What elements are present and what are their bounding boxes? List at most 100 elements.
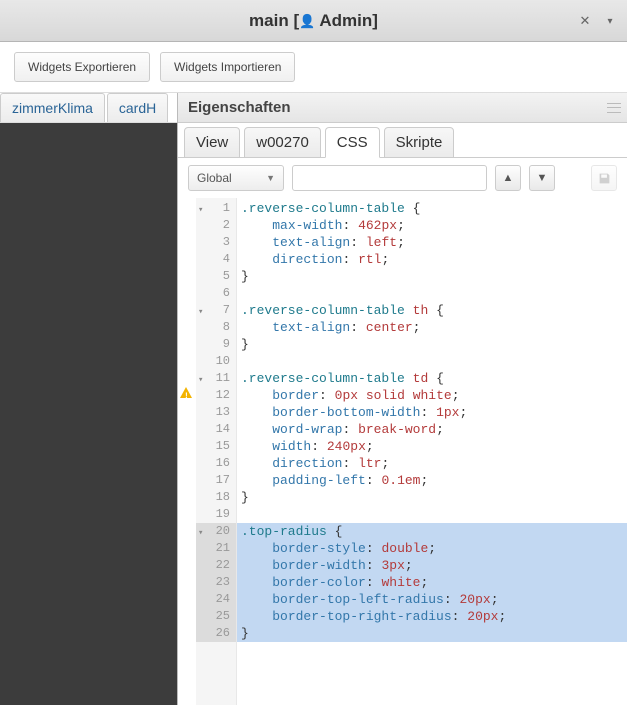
warning-cell — [178, 589, 196, 606]
dropdown-value: Global — [197, 171, 232, 185]
tab-view[interactable]: View — [184, 127, 240, 158]
line-number: 11▾ — [196, 370, 236, 387]
warning-cell — [178, 198, 196, 215]
code-line[interactable]: text-align: center; — [237, 319, 627, 336]
panel-title: Eigenschaften — [188, 99, 291, 116]
tab-css[interactable]: CSS — [325, 127, 380, 158]
chevron-down-icon: ▼ — [266, 173, 275, 183]
warning-cell — [178, 419, 196, 436]
warning-cell — [178, 623, 196, 640]
grip-icon[interactable] — [607, 101, 621, 115]
code-line[interactable]: word-wrap: break-word; — [237, 421, 627, 438]
line-number: 8 — [196, 319, 236, 336]
warning-cell — [178, 555, 196, 572]
tab-widget[interactable]: w00270 — [244, 127, 321, 158]
warning-gutter — [178, 198, 196, 705]
line-number: 6 — [196, 285, 236, 302]
save-button[interactable] — [591, 165, 617, 191]
line-number: 23 — [196, 574, 236, 591]
warning-cell — [178, 334, 196, 351]
warning-cell — [178, 402, 196, 419]
code-line[interactable]: .reverse-column-table td { — [237, 370, 627, 387]
warning-icon — [180, 387, 192, 398]
search-input[interactable] — [292, 165, 487, 191]
code-line[interactable]: max-width: 462px; — [237, 217, 627, 234]
warning-cell — [178, 436, 196, 453]
code-line[interactable]: text-align: left; — [237, 234, 627, 251]
line-number: 21 — [196, 540, 236, 557]
warning-cell — [178, 453, 196, 470]
code-line[interactable]: width: 240px; — [237, 438, 627, 455]
export-widgets-button[interactable]: Widgets Exportieren — [14, 52, 150, 82]
line-number-gutter: 1▾234567▾891011▾121314151617181920▾21222… — [196, 198, 237, 705]
scope-dropdown[interactable]: Global ▼ — [188, 165, 284, 191]
warning-cell — [178, 572, 196, 589]
main-area: zimmerKlima cardH Eigenschaften View w00… — [0, 93, 627, 705]
editor-toolbar: Global ▼ ▲ ▼ — [178, 158, 627, 198]
tab-scripts[interactable]: Skripte — [384, 127, 455, 158]
line-number: 18 — [196, 489, 236, 506]
code-line[interactable] — [237, 353, 627, 370]
title-user: Admin — [319, 11, 372, 30]
warning-cell — [178, 606, 196, 623]
code-line[interactable]: padding-left: 0.1em; — [237, 472, 627, 489]
warning-cell — [178, 538, 196, 555]
property-tabs: View w00270 CSS Skripte — [178, 123, 627, 158]
warning-cell — [178, 504, 196, 521]
code-line[interactable]: } — [237, 268, 627, 285]
code-line[interactable]: .reverse-column-table { — [237, 200, 627, 217]
code-content[interactable]: .reverse-column-table { max-width: 462px… — [237, 198, 627, 705]
warning-cell — [178, 368, 196, 385]
code-line[interactable]: direction: ltr; — [237, 455, 627, 472]
warning-cell — [178, 487, 196, 504]
view-tab-cardh[interactable]: cardH — [107, 93, 168, 122]
line-number: 16 — [196, 455, 236, 472]
close-icon[interactable]: ✕ — [575, 11, 595, 31]
line-number: 20▾ — [196, 523, 236, 540]
top-toolbar: Widgets Exportieren Widgets Importieren — [0, 42, 627, 93]
code-line[interactable]: } — [237, 336, 627, 353]
move-down-button[interactable]: ▼ — [529, 165, 555, 191]
warning-cell — [178, 232, 196, 249]
line-number: 3 — [196, 234, 236, 251]
line-number: 19 — [196, 506, 236, 523]
code-line[interactable]: border-style: double; — [237, 540, 627, 557]
window-menu-icon[interactable]: ▾ — [601, 11, 619, 31]
code-line[interactable]: direction: rtl; — [237, 251, 627, 268]
user-icon: 👤 — [299, 13, 315, 28]
line-number: 25 — [196, 608, 236, 625]
line-number: 4 — [196, 251, 236, 268]
line-number: 9 — [196, 336, 236, 353]
code-line[interactable]: border-top-right-radius: 20px; — [237, 608, 627, 625]
code-line[interactable]: border-width: 3px; — [237, 557, 627, 574]
title-suffix: ] — [372, 11, 378, 30]
canvas-area[interactable] — [0, 123, 177, 705]
line-number: 7▾ — [196, 302, 236, 319]
import-widgets-button[interactable]: Widgets Importieren — [160, 52, 295, 82]
warning-cell — [178, 300, 196, 317]
code-line[interactable] — [237, 506, 627, 523]
code-editor[interactable]: 1▾234567▾891011▾121314151617181920▾21222… — [178, 198, 627, 705]
line-number: 5 — [196, 268, 236, 285]
warning-cell — [178, 470, 196, 487]
code-line[interactable]: .top-radius { — [237, 523, 627, 540]
code-line[interactable]: border-bottom-width: 1px; — [237, 404, 627, 421]
code-line[interactable]: border: 0px solid white; — [237, 387, 627, 404]
line-number: 22 — [196, 557, 236, 574]
code-line[interactable] — [237, 285, 627, 302]
left-sidebar: zimmerKlima cardH — [0, 93, 177, 705]
window-title: main [👤 Admin] — [249, 11, 378, 31]
line-number: 12 — [196, 387, 236, 404]
view-tabs-row: zimmerKlima cardH — [0, 93, 177, 123]
save-icon — [598, 172, 611, 185]
view-tab-zimmerklima[interactable]: zimmerKlima — [0, 93, 105, 122]
panel-header: Eigenschaften — [178, 93, 627, 123]
warning-cell — [178, 521, 196, 538]
code-line[interactable]: } — [237, 489, 627, 506]
code-line[interactable]: } — [237, 625, 627, 642]
code-line[interactable]: .reverse-column-table th { — [237, 302, 627, 319]
code-line[interactable]: border-color: white; — [237, 574, 627, 591]
code-line[interactable]: border-top-left-radius: 20px; — [237, 591, 627, 608]
line-number: 2 — [196, 217, 236, 234]
move-up-button[interactable]: ▲ — [495, 165, 521, 191]
